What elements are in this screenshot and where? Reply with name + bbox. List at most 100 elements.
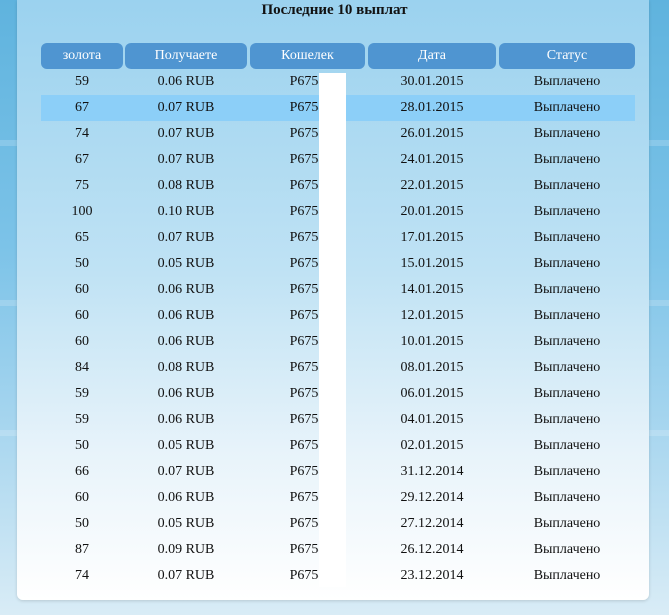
cell-wallet: P6758 (289, 334, 326, 349)
cell-gold: 87 (75, 542, 89, 557)
cell-date: 24.01.2015 (400, 152, 464, 167)
cell-receive: 0.05 RUB (157, 438, 215, 453)
cell-wallet: P6758 (289, 438, 326, 453)
cell-status: Выплачено (533, 360, 601, 375)
cell-receive: 0.08 RUB (157, 178, 215, 193)
cell-date: 04.01.2015 (400, 412, 464, 427)
cell-gold: 67 (75, 152, 89, 167)
cell-wallet: P6758 (289, 308, 326, 323)
cell-status: Выплачено (533, 100, 601, 115)
cell-status: Выплачено (533, 178, 601, 193)
cell-date: 23.12.2014 (400, 568, 464, 583)
cell-receive: 0.07 RUB (157, 568, 215, 583)
cell-date: 06.01.2015 (400, 386, 464, 401)
cell-gold: 60 (75, 308, 89, 323)
cell-receive: 0.07 RUB (157, 464, 215, 479)
cell-status: Выплачено (533, 490, 601, 505)
cell-wallet: P6758 (289, 542, 326, 557)
cell-date: 20.01.2015 (400, 204, 464, 219)
cell-wallet: P6758 (289, 516, 326, 531)
cell-wallet: P6758 (289, 386, 326, 401)
cell-receive: 0.05 RUB (157, 516, 215, 531)
cell-gold: 60 (75, 282, 89, 297)
cell-status: Выплачено (533, 204, 601, 219)
cell-status: Выплачено (533, 386, 601, 401)
cell-gold: 60 (75, 334, 89, 349)
cell-status: Выплачено (533, 542, 601, 557)
cell-date: 28.01.2015 (400, 100, 464, 115)
cell-date: 27.12.2014 (400, 516, 464, 531)
cell-date: 10.01.2015 (400, 334, 464, 349)
column-header-gold: золота (41, 43, 123, 69)
cell-wallet: P6758 (289, 412, 326, 427)
cell-gold: 60 (75, 490, 89, 505)
cell-wallet: P6758 (289, 178, 326, 193)
cell-date: 15.01.2015 (400, 256, 464, 271)
cell-receive: 0.09 RUB (157, 542, 215, 557)
cell-gold: 50 (75, 256, 89, 271)
column-header-receive: Получаете (125, 43, 247, 69)
cell-receive: 0.07 RUB (157, 126, 215, 141)
column-header-status: Статус (499, 43, 635, 69)
cell-receive: 0.08 RUB (157, 360, 215, 375)
cell-date: 12.01.2015 (400, 308, 464, 323)
cell-wallet: P6758 (289, 568, 326, 583)
cell-gold: 84 (75, 360, 89, 375)
cell-receive: 0.05 RUB (157, 256, 215, 271)
cell-wallet: P6758 (289, 490, 326, 505)
cell-status: Выплачено (533, 464, 601, 479)
cell-date: 14.01.2015 (400, 282, 464, 297)
cell-status: Выплачено (533, 516, 601, 531)
cell-status: Выплачено (533, 152, 601, 167)
cell-receive: 0.06 RUB (157, 412, 215, 427)
cell-wallet: P6758 (289, 360, 326, 375)
cell-receive: 0.06 RUB (157, 308, 215, 323)
cell-receive: 0.06 RUB (157, 490, 215, 505)
cell-date: 17.01.2015 (400, 230, 464, 245)
cell-receive: 0.07 RUB (157, 100, 215, 115)
column-header-date: Дата (368, 43, 496, 69)
cell-receive: 0.06 RUB (157, 386, 215, 401)
cell-status: Выплачено (533, 230, 601, 245)
cell-wallet: P6758 (289, 74, 326, 89)
redaction-bar (319, 73, 346, 587)
cell-gold: 50 (75, 438, 89, 453)
cell-date: 08.01.2015 (400, 360, 464, 375)
cell-status: Выплачено (533, 308, 601, 323)
cell-date: 30.01.2015 (400, 74, 464, 89)
cell-receive: 0.07 RUB (157, 230, 215, 245)
page-title: Последние 10 выплат (261, 2, 408, 18)
column-header-wallet: Кошелек (250, 43, 365, 69)
cell-gold: 74 (75, 568, 89, 583)
cell-status: Выплачено (533, 126, 601, 141)
cell-date: 26.01.2015 (400, 126, 464, 141)
cell-receive: 0.10 RUB (157, 204, 215, 219)
cell-gold: 75 (75, 178, 89, 193)
cell-date: 22.01.2015 (400, 178, 464, 193)
cell-date: 02.01.2015 (400, 438, 464, 453)
cell-gold: 59 (75, 74, 89, 89)
cell-wallet: P6758 (289, 126, 326, 141)
cell-date: 26.12.2014 (400, 542, 464, 557)
cell-gold: 59 (75, 386, 89, 401)
cell-receive: 0.06 RUB (157, 74, 215, 89)
cell-wallet: P6758 (289, 464, 326, 479)
cell-gold: 65 (75, 230, 89, 245)
cell-status: Выплачено (533, 412, 601, 427)
cell-status: Выплачено (533, 256, 601, 271)
cell-receive: 0.07 RUB (157, 152, 215, 167)
cell-receive: 0.06 RUB (157, 334, 215, 349)
cell-gold: 59 (75, 412, 89, 427)
cell-date: 31.12.2014 (400, 464, 464, 479)
cell-status: Выплачено (533, 334, 601, 349)
cell-status: Выплачено (533, 282, 601, 297)
cell-gold: 74 (75, 126, 89, 141)
cell-wallet: P6758 (289, 204, 326, 219)
cell-wallet: P6758 (289, 282, 326, 297)
cell-wallet: P6758 (289, 256, 326, 271)
cell-status: Выплачено (533, 438, 601, 453)
cell-wallet: P6758 (289, 230, 326, 245)
cell-gold: 66 (75, 464, 89, 479)
cell-status: Выплачено (533, 568, 601, 583)
cell-gold: 67 (75, 100, 89, 115)
